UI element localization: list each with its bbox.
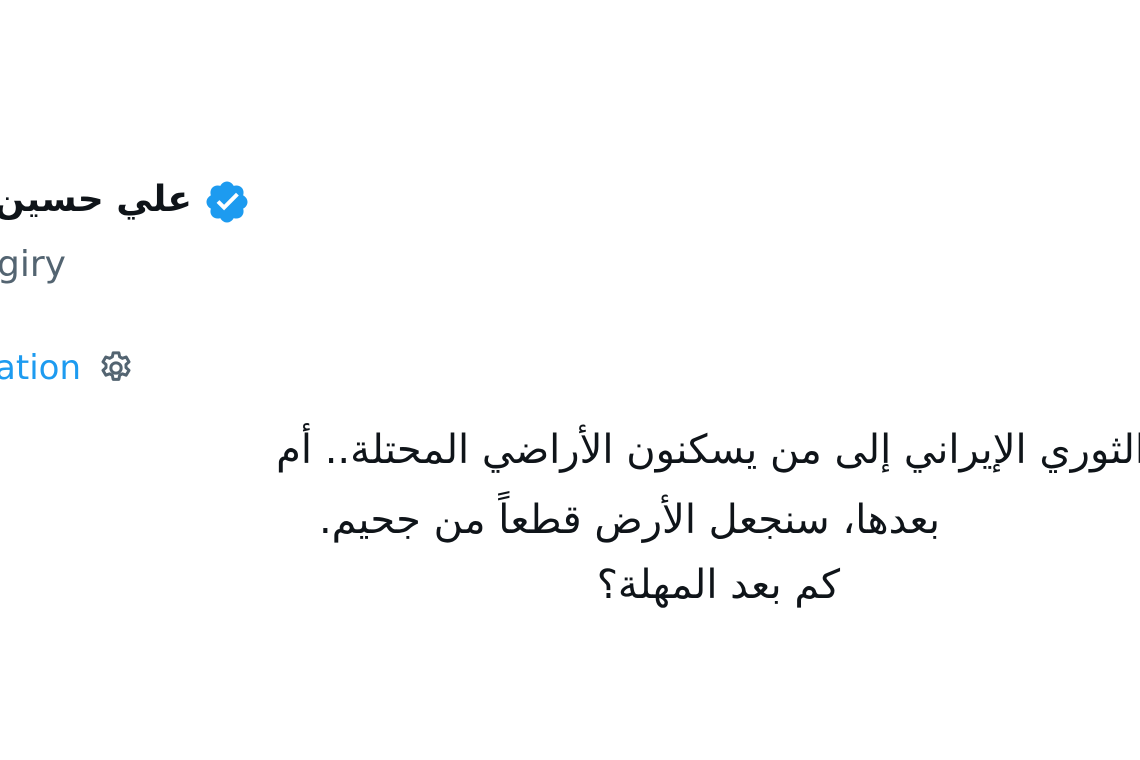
author-handle[interactable]: giry <box>0 240 66 290</box>
tweet-text-line: بعدها، سنجعل الأرض قطعاً من جحيم. <box>318 497 940 543</box>
verified-badge-icon-svg <box>206 181 248 223</box>
verified-badge-icon[interactable] <box>203 178 251 226</box>
gear-icon[interactable] <box>96 348 136 388</box>
author-display-name[interactable]: علي حسين <box>0 170 192 230</box>
tweet-text-line: الثوري الإيراني إلى من يسكنون الأراضي ال… <box>276 427 1140 473</box>
tweet-text-line: كم بعد المهلة؟ <box>596 562 840 608</box>
translate-post-link[interactable]: ation <box>0 342 81 394</box>
gear-icon-svg <box>101 351 131 381</box>
tweet-text: الثوري الإيراني إلى من يسكنون الأراضي ال… <box>0 410 1140 615</box>
